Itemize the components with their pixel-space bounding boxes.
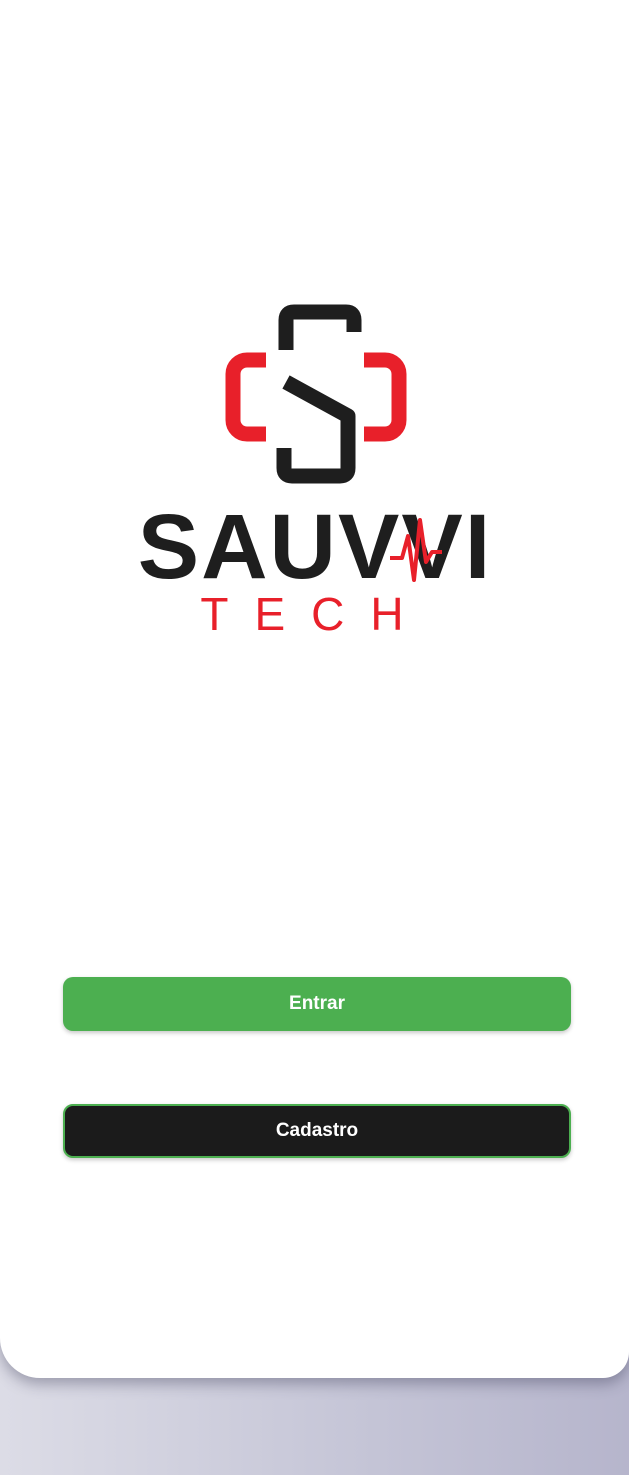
sauvvi-tech-logo: SAUVVI TECH — [90, 300, 540, 640]
signup-button[interactable]: Cadastro — [63, 1104, 571, 1158]
logo-tagline: TECH — [200, 588, 429, 640]
signup-button-label: Cadastro — [275, 1120, 359, 1141]
login-button-label: Entrar — [289, 993, 345, 1014]
s-shape — [278, 304, 362, 350]
logo-graphic: SAUVVI TECH — [138, 304, 493, 640]
logo-wordmark: SAUVVI — [138, 496, 493, 598]
welcome-screen: SAUVVI TECH Entrar Cadastro — [0, 0, 629, 1378]
cross-red-outline — [240, 354, 302, 472]
login-button[interactable]: Entrar — [63, 977, 571, 1031]
